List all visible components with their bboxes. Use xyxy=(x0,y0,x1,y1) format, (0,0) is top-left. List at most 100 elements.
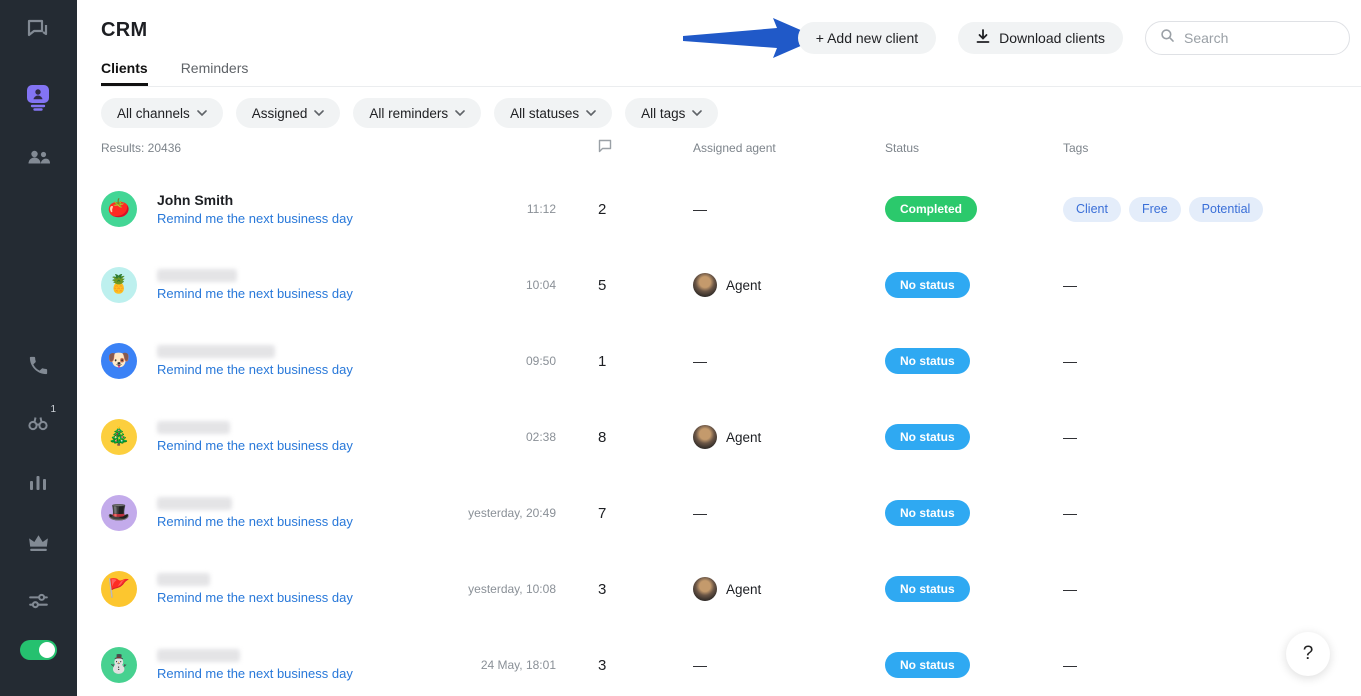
filter-all-reminders[interactable]: All reminders xyxy=(353,98,482,128)
reminder-link[interactable]: Remind me the next business day xyxy=(157,286,353,301)
client-avatar: 🍅 xyxy=(101,191,137,227)
download-clients-button[interactable]: Download clients xyxy=(958,22,1123,54)
online-toggle[interactable] xyxy=(20,640,57,660)
agent-cell-filled: Agent xyxy=(693,577,885,601)
sidebar-item-contacts[interactable] xyxy=(18,137,58,177)
sidebar-item-premium[interactable] xyxy=(18,522,58,562)
tracker-badge: 1 xyxy=(50,404,56,415)
tag[interactable]: Client xyxy=(1063,196,1121,222)
results-count: Results: 20436 xyxy=(101,141,182,155)
client-name xyxy=(157,573,210,586)
reminder-link[interactable]: Remind me the next business day xyxy=(157,362,353,377)
tags-cell: — xyxy=(1063,277,1077,293)
chevron-down-icon xyxy=(196,110,207,116)
filter-all-tags[interactable]: All tags xyxy=(625,98,719,128)
client-avatar-emoji: 🍍 xyxy=(107,274,131,295)
client-avatar: 🎄 xyxy=(101,419,137,455)
status-badge[interactable]: No status xyxy=(885,576,970,602)
header-actions: + Add new client Download clients xyxy=(797,21,1361,55)
tab-clients[interactable]: Clients xyxy=(101,60,148,86)
status-badge[interactable]: Completed xyxy=(885,196,978,222)
tags-cell: Client Free Potential xyxy=(1063,196,1361,222)
bar-chart-icon xyxy=(26,471,50,495)
sidebar: 1 xyxy=(0,0,77,696)
last-activity-time: yesterday, 20:49 xyxy=(468,506,556,520)
sidebar-item-chats[interactable] xyxy=(18,9,58,49)
status-badge[interactable]: No status xyxy=(885,500,970,526)
agent-cell-filled: Agent xyxy=(693,273,885,297)
sidebar-item-statistics[interactable] xyxy=(18,463,58,503)
sidebar-item-calls[interactable] xyxy=(18,345,58,385)
search-input[interactable] xyxy=(1184,30,1361,46)
binoculars-icon xyxy=(25,409,51,435)
status-badge[interactable]: No status xyxy=(885,652,970,678)
tags-cell: — xyxy=(1063,581,1077,597)
client-row[interactable]: 🎄 Remind me the next business day 02:38 … xyxy=(101,399,1361,475)
unread-count: 8 xyxy=(598,428,607,446)
toggle-knob xyxy=(39,642,55,658)
reminder-link[interactable]: Remind me the next business day xyxy=(157,666,353,681)
client-row[interactable]: 🍍 Remind me the next business day 10:04 … xyxy=(101,247,1361,323)
unread-count: 3 xyxy=(598,656,607,674)
client-row[interactable]: 🐶 Remind me the next business day 09:50 … xyxy=(101,323,1361,399)
sidebar-item-tracker[interactable]: 1 xyxy=(18,402,58,442)
tag[interactable]: Free xyxy=(1128,196,1181,222)
client-rows: 🍅 John Smith Remind me the next business… xyxy=(101,171,1361,696)
agent-avatar xyxy=(693,273,717,297)
filter-bar: All channels Assigned All reminders All … xyxy=(101,98,719,128)
last-activity-time: 10:04 xyxy=(525,278,556,292)
add-new-client-button[interactable]: + Add new client xyxy=(797,22,937,54)
tags-cell: — xyxy=(1063,505,1077,521)
reminder-link[interactable]: Remind me the next business day xyxy=(157,211,353,226)
table-header: Results: 20436 Assigned agent Status Tag… xyxy=(101,138,1361,158)
tag[interactable]: Potential xyxy=(1188,196,1264,222)
client-name xyxy=(157,497,232,510)
last-activity-time: 24 May, 18:01 xyxy=(480,658,556,672)
status-badge[interactable]: No status xyxy=(885,272,970,298)
client-avatar-emoji: 🚩 xyxy=(107,578,131,599)
column-tags: Tags xyxy=(1063,141,1089,155)
help-button[interactable]: ? xyxy=(1286,632,1330,676)
reminder-link[interactable]: Remind me the next business day xyxy=(157,514,353,529)
last-activity-time: 02:38 xyxy=(525,430,556,444)
client-avatar-emoji: 🎄 xyxy=(107,426,131,447)
sidebar-item-crm[interactable] xyxy=(18,77,58,117)
reminder-link[interactable]: Remind me the next business day xyxy=(157,438,353,453)
client-avatar-emoji: 🍅 xyxy=(107,198,131,219)
client-name xyxy=(157,421,230,434)
client-avatar: 🎩 xyxy=(101,495,137,531)
agent-avatar xyxy=(693,577,717,601)
unread-count: 5 xyxy=(598,276,607,294)
client-row[interactable]: 🎩 Remind me the next business day yester… xyxy=(101,475,1361,551)
client-avatar-emoji: 🎩 xyxy=(107,502,131,523)
client-name xyxy=(157,345,275,358)
assigned-agent-name: Agent xyxy=(726,277,762,293)
client-row[interactable]: 🚩 Remind me the next business day yester… xyxy=(101,551,1361,627)
client-name: John Smith xyxy=(157,192,234,208)
client-row[interactable]: 🍅 John Smith Remind me the next business… xyxy=(101,171,1361,247)
chevron-down-icon xyxy=(692,110,703,116)
column-assigned-agent: Assigned agent xyxy=(693,141,776,155)
last-activity-time: 11:12 xyxy=(526,202,556,216)
agent-cell-empty: — xyxy=(693,201,707,217)
client-name xyxy=(157,269,237,282)
chevron-down-icon xyxy=(455,110,465,116)
filter-assigned[interactable]: Assigned xyxy=(235,98,341,128)
comment-bubble-icon xyxy=(598,139,612,157)
page-title: CRM xyxy=(101,19,148,41)
agent-cell-empty: — xyxy=(693,657,707,673)
sidebar-item-settings[interactable] xyxy=(18,580,58,620)
filter-all-statuses[interactable]: All statuses xyxy=(494,98,613,128)
status-badge[interactable]: No status xyxy=(885,348,970,374)
tab-reminders[interactable]: Reminders xyxy=(181,60,249,86)
filter-all-channels[interactable]: All channels xyxy=(101,98,223,128)
status-badge[interactable]: No status xyxy=(885,424,970,450)
tags-cell: — xyxy=(1063,429,1077,445)
client-avatar-emoji: ⛄ xyxy=(107,654,131,675)
reminder-link[interactable]: Remind me the next business day xyxy=(157,590,353,605)
column-status: Status xyxy=(885,141,920,155)
client-avatar: 🍍 xyxy=(101,267,137,303)
client-row[interactable]: ⛄ Remind me the next business day 24 May… xyxy=(101,627,1361,696)
assigned-agent-name: Agent xyxy=(726,429,762,445)
unread-count: 7 xyxy=(598,504,607,522)
